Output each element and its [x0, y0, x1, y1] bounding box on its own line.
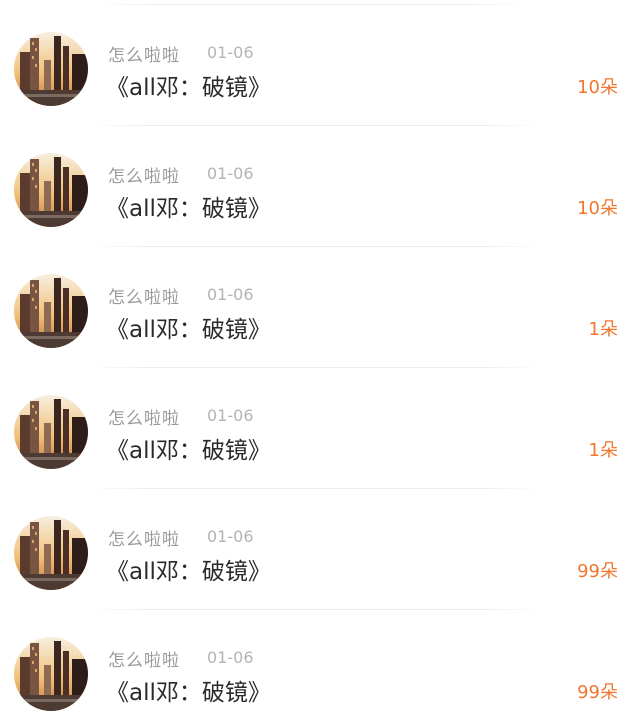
username[interactable]: 怎么啦啦: [108, 404, 180, 429]
item-title[interactable]: 《all邓：破镜》: [106, 431, 271, 465]
avatar[interactable]: [14, 516, 88, 590]
item-title[interactable]: 《all邓：破镜》: [106, 310, 271, 344]
date: 01-06: [207, 43, 254, 62]
item-title[interactable]: 《all邓：破镜》: [106, 68, 271, 102]
city-sunset-avatar-icon: [14, 516, 88, 590]
gift-count: 10朵: [577, 198, 618, 219]
list-item[interactable]: 怎么啦啦 01-06 《all邓：破镜》 1朵: [0, 368, 640, 489]
username[interactable]: 怎么啦啦: [108, 525, 180, 550]
gift-count: 99朵: [577, 561, 618, 582]
list-item[interactable]: 怎么啦啦 01-06 《all邓：破镜》 10朵: [0, 126, 640, 247]
list-item[interactable]: 怎么啦啦 01-06 《all邓：破镜》 1朵: [0, 247, 640, 368]
avatar[interactable]: [14, 395, 88, 469]
city-sunset-avatar-icon: [14, 153, 88, 227]
username[interactable]: 怎么啦啦: [108, 162, 180, 187]
username[interactable]: 怎么啦啦: [108, 646, 180, 671]
item-title[interactable]: 《all邓：破镜》: [106, 189, 271, 223]
avatar[interactable]: [14, 32, 88, 106]
date: 01-06: [207, 406, 254, 425]
list-item[interactable]: 怎么啦啦 01-06 《all邓：破镜》 10朵: [0, 5, 640, 126]
city-sunset-avatar-icon: [14, 637, 88, 711]
item-title[interactable]: 《all邓：破镜》: [106, 552, 271, 586]
date: 01-06: [207, 285, 254, 304]
item-title[interactable]: 《all邓：破镜》: [106, 673, 271, 707]
username[interactable]: 怎么啦啦: [108, 41, 180, 66]
avatar[interactable]: [14, 637, 88, 711]
avatar[interactable]: [14, 274, 88, 348]
city-sunset-avatar-icon: [14, 274, 88, 348]
gift-count: 1朵: [588, 440, 618, 461]
city-sunset-avatar-icon: [14, 395, 88, 469]
avatar[interactable]: [14, 153, 88, 227]
date: 01-06: [207, 648, 254, 667]
date: 01-06: [207, 527, 254, 546]
gift-list: 怎么啦啦 01-06 《all邓：破镜》 10朵 怎么啦啦 01-06 《all…: [0, 0, 640, 727]
city-sunset-avatar-icon: [14, 32, 88, 106]
date: 01-06: [207, 164, 254, 183]
gift-count: 99朵: [577, 682, 618, 703]
gift-count: 10朵: [577, 77, 618, 98]
list-item[interactable]: 怎么啦啦 01-06 《all邓：破镜》 99朵: [0, 489, 640, 610]
list-item[interactable]: 怎么啦啦 01-06 《all邓：破镜》 99朵: [0, 610, 640, 727]
gift-count: 1朵: [588, 319, 618, 340]
username[interactable]: 怎么啦啦: [108, 283, 180, 308]
